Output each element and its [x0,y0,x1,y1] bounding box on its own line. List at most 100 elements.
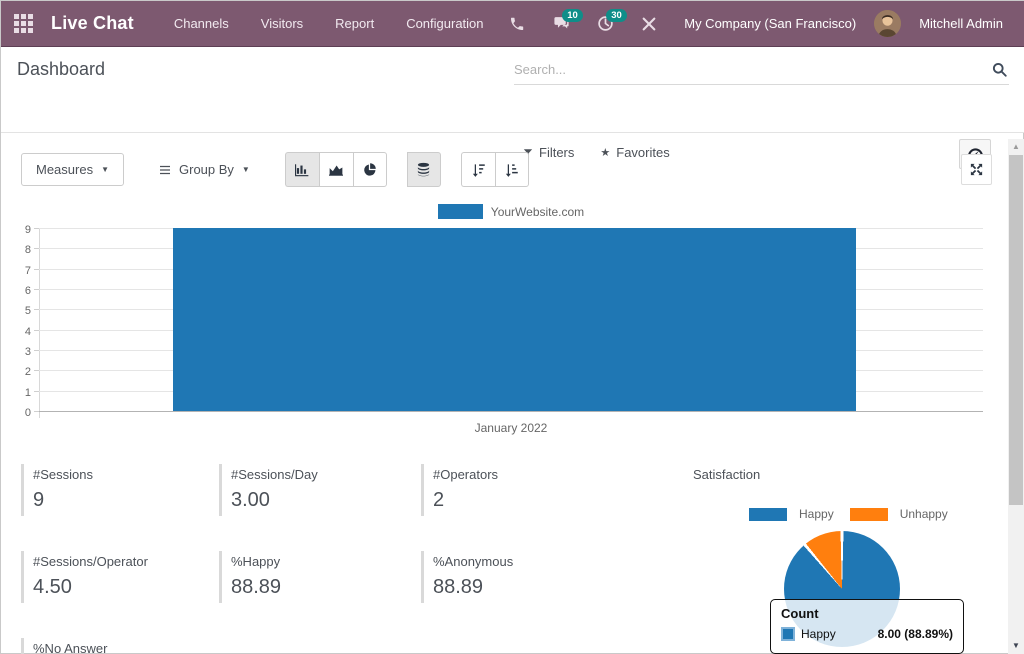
sort-switcher [461,152,529,187]
filters-label: Filters [539,145,574,160]
stacked-button[interactable] [407,152,441,187]
sort-ascending-button[interactable] [495,152,529,187]
phone-icon [509,16,525,32]
legend-swatch-happy[interactable] [749,508,787,521]
activities-button[interactable]: 30 [588,7,622,41]
measures-label: Measures [36,162,93,177]
stat-label: #Sessions/Day [231,467,409,482]
debug-tools-button[interactable] [632,7,666,41]
messages-button[interactable]: 10 [544,7,578,41]
favorites-label: Favorites [616,145,669,160]
tooltip-row: Happy 8.00 (88.89%) [781,627,953,641]
company-switcher[interactable]: My Company (San Francisco) [676,16,864,31]
line-chart-button[interactable] [319,152,353,187]
pie-chart-button[interactable] [353,152,387,187]
user-menu[interactable]: Mitchell Admin [911,16,1011,31]
measures-button[interactable]: Measures ▼ [21,153,124,186]
y-axis-line [39,229,40,418]
y-tick-mark [34,228,39,229]
apps-menu-button[interactable] [1,1,45,47]
y-tick-label: 9 [7,224,31,236]
stat-no-answer-percent: %No Answer [21,638,211,654]
tooltip-header: Count [781,606,953,621]
messages-count-badge: 10 [562,9,583,23]
stat-value: 3.00 [231,489,409,512]
app-title[interactable]: Live Chat [51,13,134,34]
search-icon[interactable] [992,62,1007,77]
tooltip-swatch [781,627,795,641]
scrollbar-thumb[interactable] [1009,155,1023,505]
y-tick-mark [34,330,39,331]
breadcrumb[interactable]: Dashboard [17,59,105,80]
stat-value: 88.89 [433,576,611,599]
y-tick-mark [34,289,39,290]
bar-chart-plot-area: 0123456789 [39,229,983,412]
search-input[interactable] [514,62,992,77]
y-tick-label: 5 [7,305,31,317]
y-tick-label: 7 [7,265,31,277]
tooltip-label: Happy [801,627,836,641]
user-avatar[interactable] [874,10,901,37]
bars-icon [159,165,171,175]
menu-configuration[interactable]: Configuration [394,2,495,45]
stat-value: 9 [33,489,211,512]
satisfaction-title: Satisfaction [693,467,1009,482]
sort-amount-desc-icon [471,163,486,177]
menu-channels[interactable]: Channels [162,2,241,45]
x-axis-label: January 2022 [39,421,983,435]
pie-chart-icon [362,162,377,177]
stat-label: %Anonymous [433,554,611,569]
y-tick-label: 3 [7,346,31,358]
scroll-down-arrow[interactable]: ▼ [1008,638,1024,652]
y-tick-mark [34,370,39,371]
pie-tooltip: Count Happy 8.00 (88.89%) [770,599,964,654]
systray: 10 30 My Company (San Francisco) Mitchel… [500,7,1024,41]
stat-sessions-per-operator: #Sessions/Operator 4.50 [21,551,211,603]
stat-happy-percent: %Happy 88.89 [219,551,409,603]
area-chart-icon [328,163,344,177]
legend-label-unhappy[interactable]: Unhappy [900,507,948,521]
tooltip-value: 8.00 (88.89%) [878,627,953,641]
tools-icon [641,16,657,32]
y-tick-mark [34,350,39,351]
control-panel: Dashboard Filters ★ Favorites [1,47,1024,133]
stat-label: #Sessions [33,467,211,482]
sort-descending-button[interactable] [461,152,495,187]
y-tick-label: 8 [7,244,31,256]
activities-count-badge: 30 [606,9,627,23]
y-tick-label: 0 [7,407,31,419]
main-menu: Channels Visitors Report Configuration [162,2,496,45]
stat-value: 88.89 [231,576,409,599]
y-tick-label: 6 [7,285,31,297]
y-tick-mark [34,248,39,249]
vertical-scrollbar[interactable]: ▲ ▼ [1008,139,1024,654]
top-navbar: Live Chat Channels Visitors Report Confi… [1,1,1024,47]
stat-operators: #Operators 2 [421,464,611,516]
legend-swatch-unhappy[interactable] [850,508,888,521]
legend-swatch [438,204,483,219]
stat-label: %Happy [231,554,409,569]
bar-chart-button[interactable] [285,152,319,187]
group-by-button[interactable]: Group By ▼ [144,153,265,186]
chart-legend[interactable]: YourWebsite.com [39,204,983,219]
filters-button[interactable]: Filters [523,145,574,160]
menu-visitors[interactable]: Visitors [249,2,315,45]
menu-report[interactable]: Report [323,2,386,45]
scroll-up-arrow[interactable]: ▲ [1008,139,1024,153]
stat-label: #Operators [433,467,611,482]
search-facets: Filters ★ Favorites [523,145,670,160]
stat-anonymous-percent: %Anonymous 88.89 [421,551,611,603]
y-tick-label: 4 [7,326,31,338]
stat-value: 2 [433,489,611,512]
bar-series-YourWebsite.com[interactable] [173,228,856,411]
stacked-toggle-group [407,152,441,187]
fullscreen-button[interactable] [961,154,992,185]
chart-type-switcher [285,152,387,187]
search-box [514,55,1009,85]
arrows-expand-icon [969,162,984,177]
favorites-button[interactable]: ★ Favorites [600,145,669,160]
satisfaction-panel: Satisfaction Happy Unhappy Count Happy 8… [693,467,1009,654]
legend-label-happy[interactable]: Happy [799,507,834,521]
voip-phone-button[interactable] [500,7,534,41]
stat-label: %No Answer [33,641,211,654]
